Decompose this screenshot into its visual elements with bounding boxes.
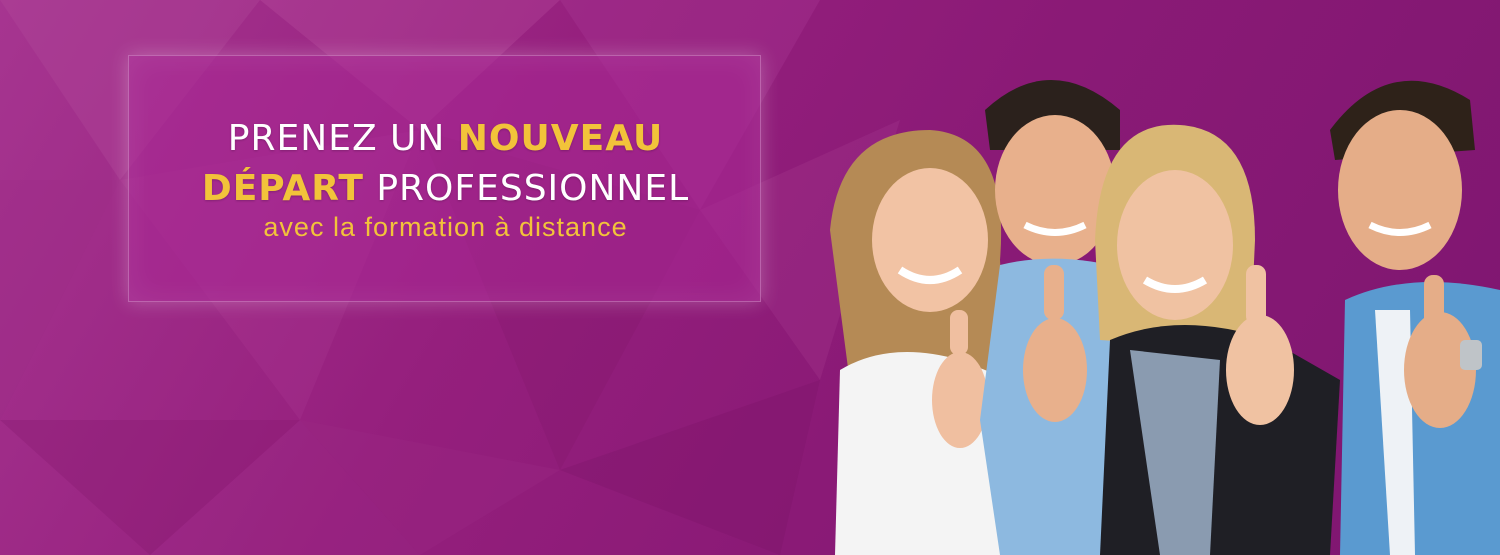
headline-box: PRENEZ UN NOUVEAU DÉPART PROFESSIONNEL a… (128, 55, 761, 302)
hero-banner: PRENEZ UN NOUVEAU DÉPART PROFESSIONNEL a… (0, 0, 1500, 555)
headline-highlight-depart: DÉPART (201, 168, 364, 209)
headline: PRENEZ UN NOUVEAU DÉPART PROFESSIONNEL (129, 114, 762, 214)
headline-part2: PROFESSIONNEL (363, 168, 690, 209)
person-woman-center (1095, 124, 1340, 555)
subheadline: avec la formation à distance (263, 212, 628, 242)
headline-highlight-nouveau: NOUVEAU (457, 118, 664, 159)
person-man-right (1330, 80, 1500, 555)
headline-part1: PRENEZ UN (227, 118, 458, 159)
person-woman-left (830, 130, 1010, 555)
people-photo (830, 80, 1500, 555)
